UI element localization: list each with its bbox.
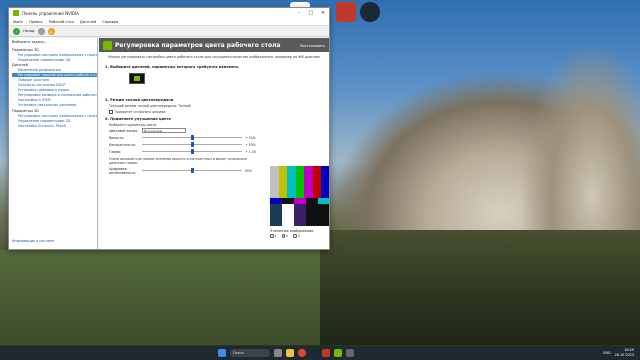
home-icon[interactable]: ⌂ xyxy=(47,27,55,35)
back-button-label[interactable]: Назад xyxy=(23,29,35,33)
tree-item[interactable]: Регулировка размера и положения рабочего… xyxy=(12,93,97,97)
minimize-button[interactable]: – xyxy=(293,10,305,16)
wallpaper-meadow xyxy=(0,250,330,345)
nvidia-taskbar-icon[interactable] xyxy=(334,349,342,357)
menu-desktop[interactable]: Рабочий стол xyxy=(49,20,74,24)
task-header: Выберите задачу... xyxy=(12,40,48,44)
vibrance-slider-thumb[interactable] xyxy=(190,167,194,173)
brightness-slider-thumb[interactable] xyxy=(190,134,194,140)
steam-taskbar-icon[interactable] xyxy=(310,349,318,357)
section-color-enhancements: 3. Примените улучшения цвета xyxy=(105,117,171,121)
app-taskbar-icon[interactable] xyxy=(322,349,330,357)
contrast-label: Контрастность: xyxy=(109,142,137,147)
task-tree: Параметры 3D Регулировка настроек изобра… xyxy=(9,48,97,128)
page-banner: Регулировка параметров цвета рабочего ст… xyxy=(99,38,329,52)
nvidia-logo-icon xyxy=(13,10,19,16)
display-monitor-icon[interactable] xyxy=(129,73,145,84)
brightness-label: Яркость: xyxy=(109,135,125,140)
tree-item[interactable]: Изменение разрешения xyxy=(12,68,97,72)
reference-option-3: 3 xyxy=(297,234,300,238)
steam-icon[interactable] xyxy=(360,2,380,22)
toolbar: ‹ Назад › ⌂ xyxy=(9,26,329,37)
gamma-slider[interactable] xyxy=(142,148,242,154)
section-color-accuracy: 2. Режим точной цветопередачи xyxy=(105,98,174,102)
window-title: Панель управления NVIDIA xyxy=(22,10,79,16)
reference-radio-3[interactable] xyxy=(293,234,297,238)
nvidia-control-panel-window: Панель управления NVIDIA – □ × Файл Прав… xyxy=(8,7,330,250)
taskbar: Поиск ENG 18:09 26.10.2023 xyxy=(0,346,640,360)
priority-checkbox-label: Приоритет отличного режима xyxy=(114,110,166,114)
tree-item[interactable]: Регулировка настроек изображения с просм… xyxy=(12,114,97,118)
contrast-slider[interactable] xyxy=(142,141,242,147)
channel-select[interactable]: Все каналы xyxy=(142,128,186,133)
content-pane: Регулировка параметров цвета рабочего ст… xyxy=(99,38,329,249)
tree-item[interactable]: Установка нескольких дисплеев xyxy=(12,103,97,107)
reference-radio-2[interactable] xyxy=(281,234,286,238)
menu-edit[interactable]: Правка xyxy=(29,20,43,24)
gamma-slider-thumb[interactable] xyxy=(190,148,194,154)
start-icon[interactable] xyxy=(218,349,226,357)
gamma-label: Гамма: xyxy=(109,149,122,154)
forward-arrow-icon[interactable]: › xyxy=(37,27,45,35)
file-explorer-icon[interactable] xyxy=(286,349,294,357)
system-info-link[interactable]: Информация о системе xyxy=(12,239,54,243)
reference-option-1: 1 xyxy=(274,234,277,238)
desktop-app-icon[interactable] xyxy=(336,2,356,22)
chrome-icon[interactable] xyxy=(298,349,306,357)
tree-item-selected[interactable]: Регулировка параметров цвета рабочего ст… xyxy=(12,73,97,77)
tree-item[interactable]: Настройка G-SYNC xyxy=(12,98,97,102)
range-note: Очень высокие или низкие значения яркост… xyxy=(109,157,248,165)
reference-radio-1[interactable] xyxy=(270,234,274,238)
language-indicator[interactable]: ENG xyxy=(603,351,610,355)
section-select-display: 1. Выберите дисплей, параметры которого … xyxy=(105,65,240,69)
taskbar-search[interactable]: Поиск xyxy=(230,349,270,357)
clock[interactable]: 18:09 26.10.2023 xyxy=(615,348,634,357)
vibrance-slider[interactable] xyxy=(142,167,242,173)
contrast-slider-thumb[interactable] xyxy=(190,141,194,147)
gamma-value: + 1.00 xyxy=(245,149,256,154)
restore-defaults-link[interactable]: Восстановить xyxy=(300,44,325,48)
menu-help[interactable]: Справка xyxy=(102,20,118,24)
reference-image-preview xyxy=(270,166,329,226)
maximize-button[interactable]: □ xyxy=(305,10,317,16)
tree-item[interactable]: Регулировка настроек изображения с просм… xyxy=(12,53,97,57)
task-view-icon[interactable] xyxy=(274,349,282,357)
vibrance-label: Цифровая интенсивность: xyxy=(109,166,137,175)
brightness-slider[interactable] xyxy=(142,134,242,140)
vibrance-value: 50% xyxy=(245,168,253,173)
menu-bar: Файл Правка Рабочий стол Дисплей Справка xyxy=(9,18,329,26)
tree-category[interactable]: Параметры 3D xyxy=(12,48,97,52)
clock-date: 26.10.2023 xyxy=(614,352,634,357)
close-button[interactable]: × xyxy=(317,10,329,16)
priority-checkbox[interactable] xyxy=(109,110,113,114)
tree-item[interactable]: Настройка Surround, PhysX xyxy=(12,124,97,128)
tree-item[interactable]: Поворот дисплея xyxy=(12,78,97,82)
menu-display[interactable]: Дисплей xyxy=(80,20,96,24)
page-title: Регулировка параметров цвета рабочего ст… xyxy=(115,41,281,49)
tree-category[interactable]: Дисплей xyxy=(12,63,97,67)
back-arrow-icon[interactable]: ‹ xyxy=(13,27,20,35)
contrast-value: + 50% xyxy=(245,142,256,147)
tree-item[interactable]: Управление параметрами 3D xyxy=(12,58,97,62)
channel-label: Цветовой канал: xyxy=(109,128,139,133)
wallpaper-forest xyxy=(320,230,640,345)
settings-taskbar-icon[interactable] xyxy=(346,349,354,357)
tree-category[interactable]: Параметры 3D xyxy=(12,109,97,113)
color-accuracy-status: Текущий режим точной цветопередачи: Точн… xyxy=(109,104,191,108)
reference-option-2: 2 xyxy=(286,234,289,238)
brightness-value: + 50% xyxy=(245,135,256,140)
reference-image-label: Эталонное изображение: xyxy=(270,229,315,233)
page-description: Можно регулировать настройки цвета рабоч… xyxy=(108,55,320,59)
tree-item[interactable]: Установка цифрового аудио xyxy=(12,88,97,92)
task-pane: Выберите задачу... Параметры 3D Регулиро… xyxy=(9,38,98,249)
tree-item[interactable]: Управление параметрами 3D xyxy=(12,119,97,123)
tree-item[interactable]: Просмотр состояния HDCP xyxy=(12,83,97,87)
menu-file[interactable]: Файл xyxy=(13,20,23,24)
color-settings-icon xyxy=(103,40,112,50)
title-bar: Панель управления NVIDIA – □ × xyxy=(9,8,329,18)
